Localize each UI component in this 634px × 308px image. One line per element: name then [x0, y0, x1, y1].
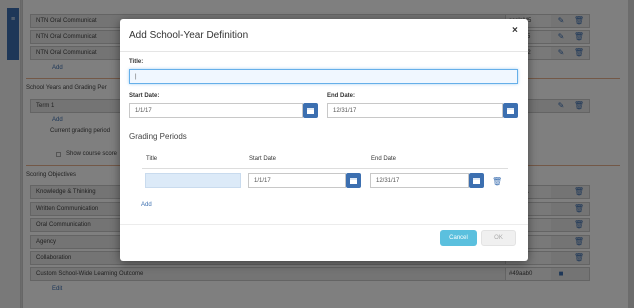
cancel-button[interactable]: Cancel	[440, 230, 477, 246]
calendar-icon	[473, 177, 480, 184]
column-header-start: Start Date	[249, 156, 277, 162]
calendar-icon	[350, 177, 357, 184]
column-header-title: Title	[146, 156, 158, 162]
start-date-calendar-button[interactable]	[303, 103, 318, 118]
calendar-icon	[307, 107, 314, 114]
period-start-calendar-button[interactable]	[346, 173, 361, 188]
footer-divider	[120, 224, 528, 225]
start-date-label: Start Date:	[129, 93, 160, 99]
calendar-icon	[507, 107, 514, 114]
title-input[interactable]: |	[129, 69, 518, 84]
column-header-end: End Date	[371, 156, 397, 162]
trash-icon[interactable]: 🗑	[492, 176, 502, 187]
period-start-input[interactable]: 1/1/17	[248, 173, 346, 188]
add-school-year-dialog: Add School-Year Definition × Title: | St…	[120, 19, 528, 261]
grading-periods-heading: Grading Periods	[129, 132, 187, 141]
header-divider	[120, 51, 528, 52]
period-title-input[interactable]	[145, 173, 241, 188]
table-header-divider	[142, 168, 508, 169]
end-date-input[interactable]: 12/31/17	[327, 103, 503, 118]
period-end-input[interactable]: 12/31/17	[370, 173, 469, 188]
dialog-title: Add School-Year Definition	[129, 30, 249, 41]
end-date-label: End Date:	[327, 93, 356, 99]
title-label: Title:	[129, 59, 144, 65]
ok-button[interactable]: OK	[481, 230, 516, 246]
end-date-calendar-button[interactable]	[503, 103, 518, 118]
period-end-calendar-button[interactable]	[469, 173, 484, 188]
close-icon[interactable]: ×	[512, 25, 518, 36]
add-period-link[interactable]: Add	[141, 202, 152, 208]
start-date-input[interactable]: 1/1/17	[129, 103, 303, 118]
